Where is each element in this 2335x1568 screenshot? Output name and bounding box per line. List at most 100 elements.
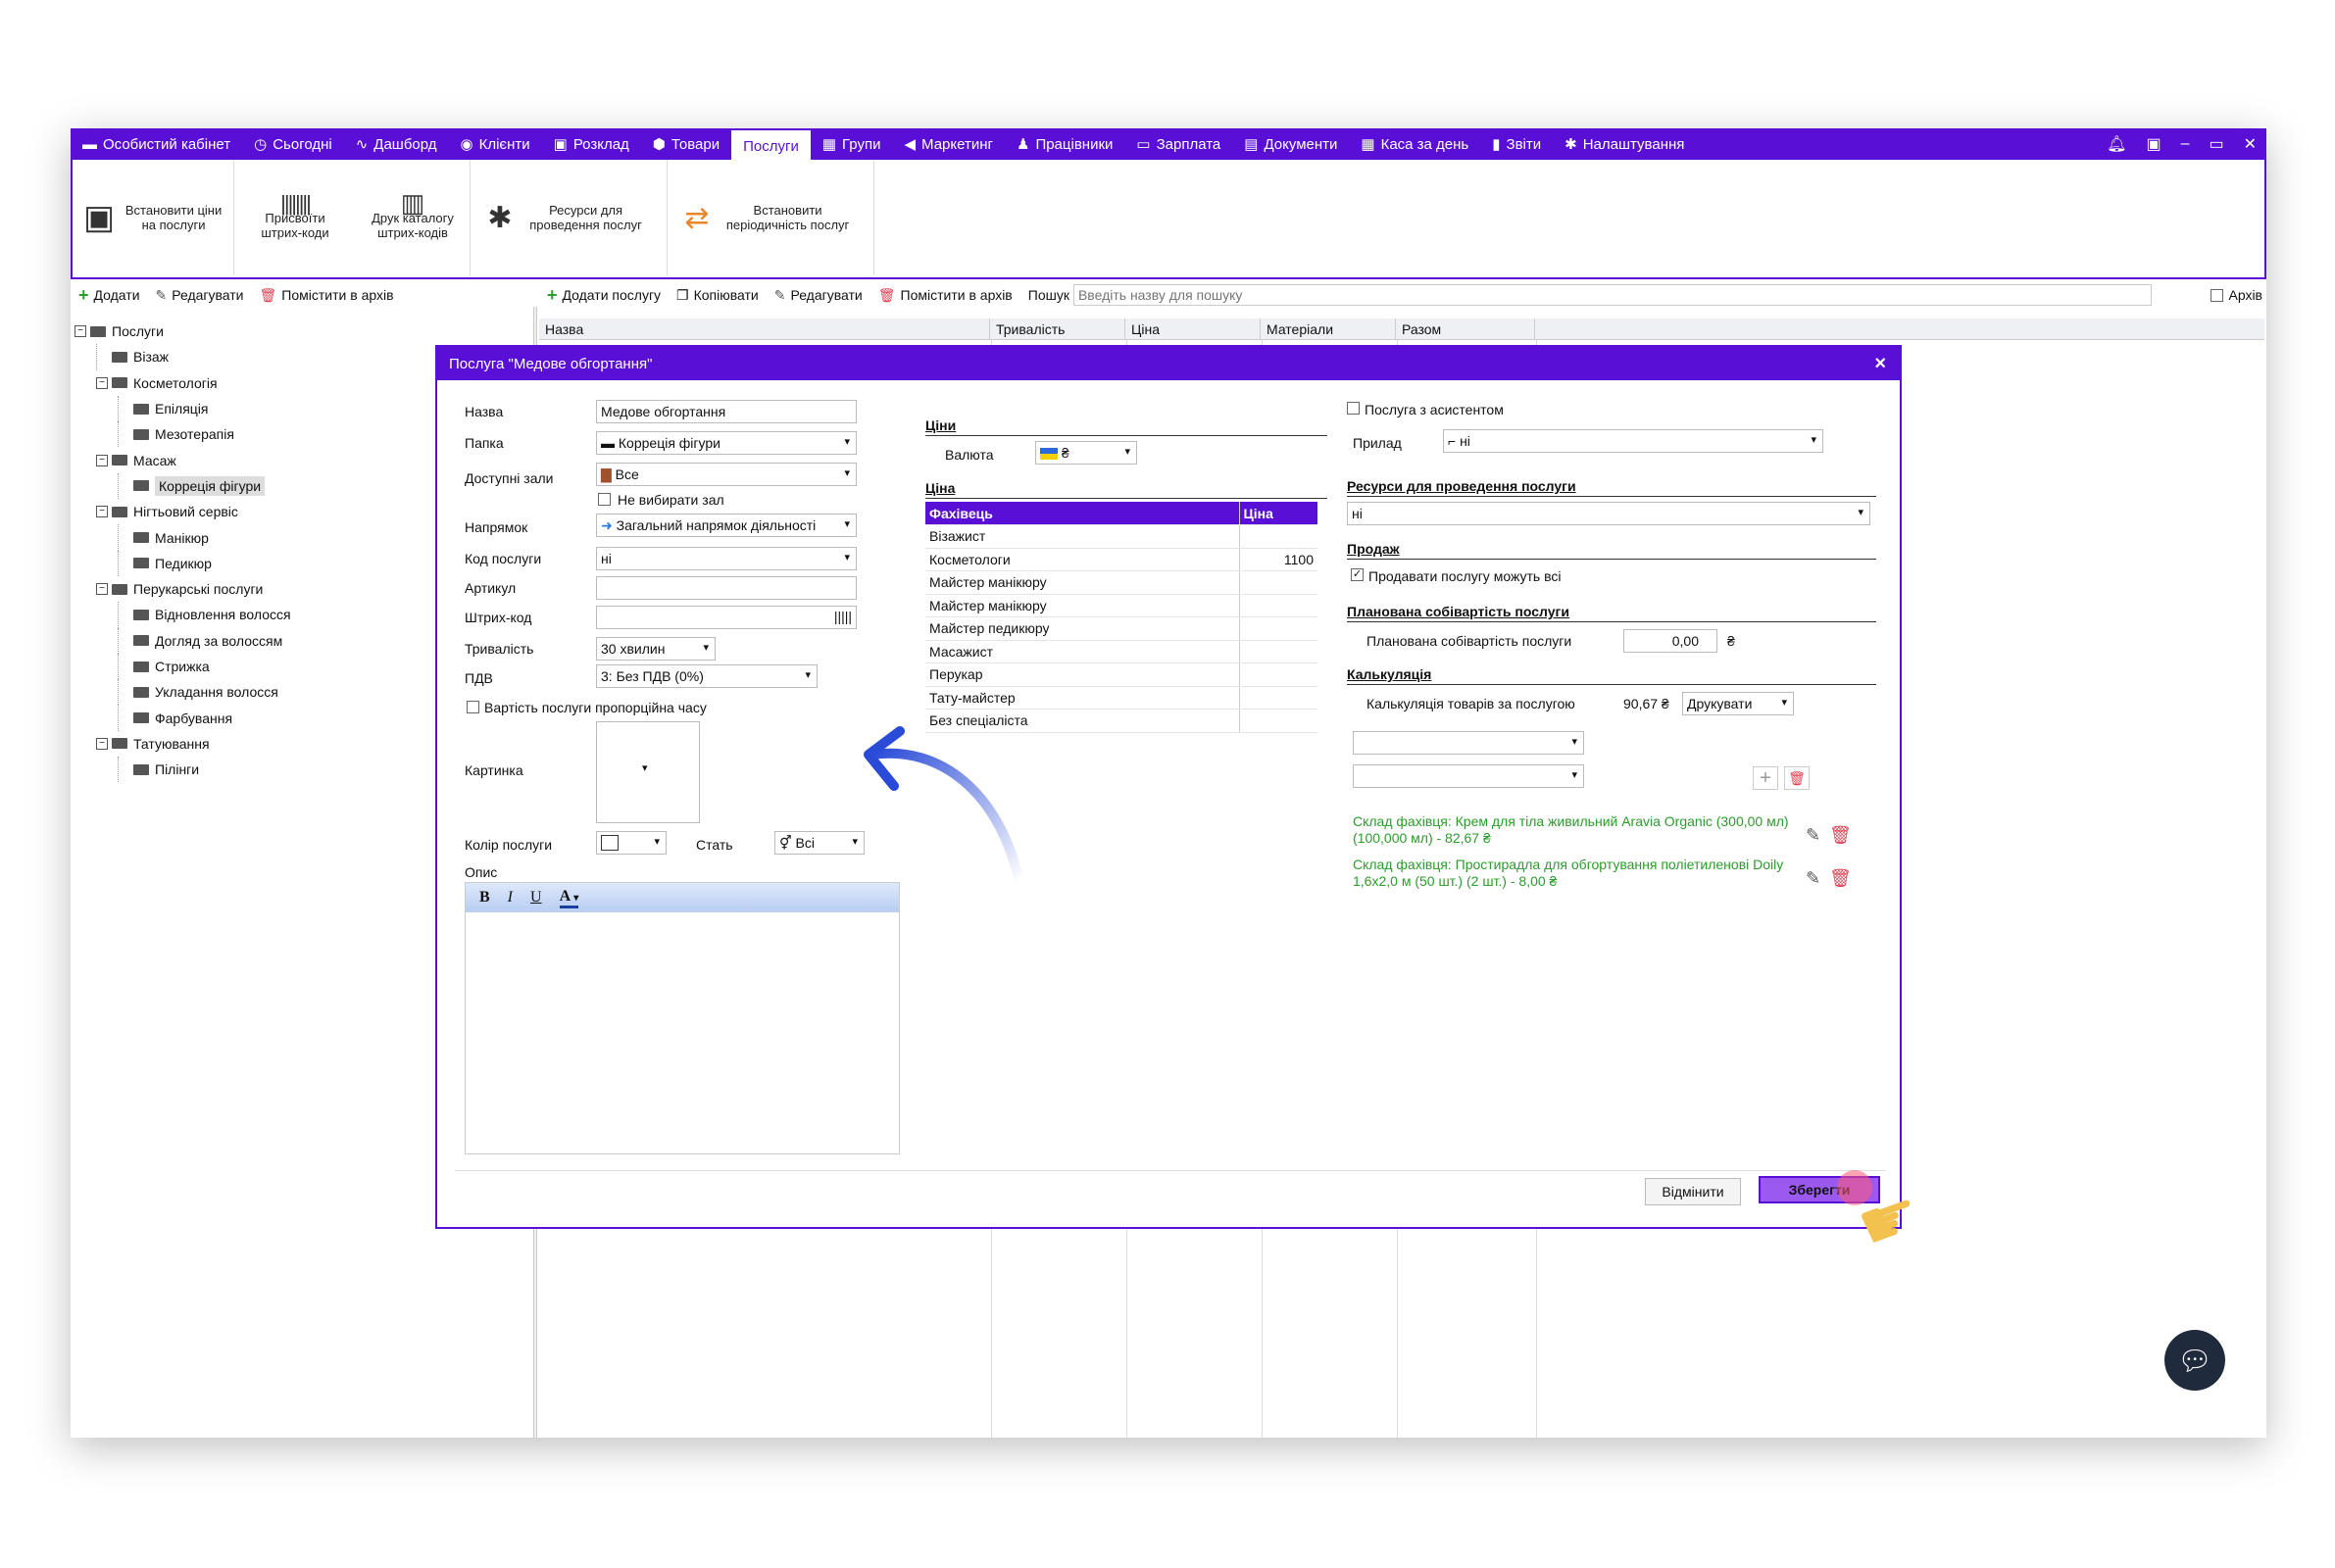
- menu-item[interactable]: ◉ Клієнти: [449, 128, 542, 160]
- resources-select[interactable]: ні: [1347, 502, 1870, 525]
- price-row[interactable]: Візажист: [925, 524, 1317, 549]
- bell-icon[interactable]: 🔔︎: [2107, 134, 2126, 154]
- vat-select[interactable]: 3: Без ПДВ (0%): [596, 664, 818, 688]
- no-hall-checkbox[interactable]: [598, 493, 611, 506]
- menu-item[interactable]: ⬢ Товари: [641, 128, 731, 160]
- trash-icon[interactable]: 🗑︎: [1829, 825, 1852, 846]
- price-row[interactable]: Майстер педикюру: [925, 616, 1317, 641]
- add-folder-button[interactable]: + Додати: [78, 285, 140, 306]
- edit-service-button[interactable]: ✎ Редагувати: [774, 287, 863, 304]
- archive-checkbox[interactable]: [2211, 288, 2224, 302]
- collapse-icon[interactable]: −: [96, 583, 108, 596]
- image-picker[interactable]: ▾: [596, 721, 700, 823]
- specialist-price[interactable]: [1238, 640, 1317, 663]
- print-catalog-button[interactable]: ▥ Друк каталогу штрих-кодів: [356, 190, 470, 240]
- archive-toggle[interactable]: Архів: [2211, 287, 2262, 303]
- menu-item[interactable]: ◀ Маркетинг: [893, 128, 1005, 160]
- device-select[interactable]: ⌐ ні: [1443, 429, 1823, 453]
- pencil-icon[interactable]: ✎: [1806, 825, 1820, 846]
- periodicity-button[interactable]: ⇄ Встановити періодичність послуг: [668, 203, 873, 232]
- grid-column-header[interactable]: Разом: [1396, 318, 1535, 339]
- menu-item[interactable]: ▣ Розклад: [542, 128, 641, 160]
- copy-button[interactable]: ❐ Копіювати: [676, 287, 759, 304]
- assign-barcodes-button[interactable]: |||||||| Присвоїти штрих-коди: [234, 192, 356, 240]
- specialist-price[interactable]: 1100: [1238, 548, 1317, 571]
- menu-item[interactable]: ∿ Дашборд: [344, 128, 449, 160]
- grid-column-header[interactable]: Тривалість: [990, 318, 1125, 339]
- proportional-checkbox[interactable]: [467, 701, 479, 713]
- assistant-checkbox[interactable]: [1347, 402, 1360, 415]
- edit-folder-button[interactable]: ✎ Редагувати: [156, 287, 244, 304]
- cost-stepper[interactable]: 0,00: [1623, 629, 1717, 653]
- article-field[interactable]: [596, 576, 857, 600]
- menu-item[interactable]: ▦ Групи: [811, 128, 893, 160]
- price-row[interactable]: Майстер манікюру: [925, 594, 1317, 617]
- italic-button[interactable]: I: [508, 889, 513, 906]
- add-service-button[interactable]: + Додати послугу: [547, 285, 661, 306]
- currency-select[interactable]: ₴: [1035, 441, 1137, 465]
- warehouse-select[interactable]: [1353, 731, 1584, 755]
- search-input[interactable]: [1072, 284, 2152, 306]
- bold-button[interactable]: B: [479, 889, 490, 906]
- trash-icon[interactable]: 🗑︎: [1829, 868, 1852, 889]
- pencil-icon[interactable]: ✎: [1806, 868, 1820, 889]
- menu-item[interactable]: ♟ Працівники: [1005, 128, 1124, 160]
- duration-select[interactable]: 30 хвилин: [596, 637, 716, 661]
- grid-column-header[interactable]: Матеріали: [1261, 318, 1396, 339]
- print-dropdown[interactable]: Друкувати: [1682, 692, 1794, 715]
- underline-button[interactable]: U: [530, 889, 542, 906]
- font-color-button[interactable]: A ▾: [559, 888, 579, 908]
- collapse-icon[interactable]: −: [96, 454, 108, 466]
- set-prices-button[interactable]: ▣ Встановити ціни на послуги: [73, 201, 233, 234]
- product-select[interactable]: [1353, 764, 1584, 788]
- archive-service-button[interactable]: 🗑︎ Помістити в архів: [878, 287, 1013, 304]
- collapse-icon[interactable]: −: [96, 737, 108, 750]
- cancel-button[interactable]: Відмінити: [1645, 1178, 1741, 1205]
- trash-icon[interactable]: 🗑︎: [1784, 766, 1810, 790]
- direction-select[interactable]: ➜ Загальний напрямок діяльності: [596, 514, 857, 537]
- menu-item[interactable]: ▬ Особистий кабінет: [71, 128, 242, 160]
- menu-item[interactable]: ▤ Документи: [1232, 128, 1349, 160]
- specialist-price[interactable]: [1238, 709, 1317, 733]
- menu-item[interactable]: Послуги: [731, 130, 811, 162]
- close-icon[interactable]: ×: [1874, 353, 1886, 375]
- restore-icon[interactable]: ▭: [2209, 134, 2223, 154]
- sell-all-checkbox[interactable]: ✓: [1351, 568, 1364, 581]
- barcode-field[interactable]: |||||: [596, 606, 857, 629]
- grid-column-header[interactable]: Назва: [539, 318, 990, 339]
- price-row[interactable]: Перукар: [925, 662, 1317, 687]
- folder-select[interactable]: ▬ Корреція фігури: [596, 431, 857, 455]
- price-row[interactable]: Майстер манікюру: [925, 570, 1317, 595]
- collapse-icon[interactable]: −: [75, 325, 86, 338]
- tree-node[interactable]: − Послуги: [75, 318, 535, 344]
- col-specialist[interactable]: Фахівець: [925, 502, 1239, 525]
- code-select[interactable]: ні: [596, 547, 857, 570]
- archive-folder-button[interactable]: 🗑︎ Помістити в архів: [260, 287, 394, 304]
- color-picker[interactable]: [596, 831, 667, 855]
- name-field[interactable]: Медове обгортання: [596, 400, 857, 423]
- price-row[interactable]: Косметологи 1100: [925, 548, 1317, 571]
- specialist-price[interactable]: [1238, 616, 1317, 641]
- menu-item[interactable]: ▦ Каса за день: [1349, 128, 1480, 160]
- specialist-price[interactable]: [1238, 662, 1317, 687]
- minimize-icon[interactable]: –: [2181, 135, 2190, 153]
- resources-button[interactable]: ✱ Ресурси для проведення послуг: [471, 203, 667, 232]
- price-row[interactable]: Масажист: [925, 640, 1317, 663]
- specialist-price[interactable]: [1238, 686, 1317, 710]
- description-editor[interactable]: B I U A ▾: [465, 882, 900, 1154]
- halls-select[interactable]: ▇ Все: [596, 463, 857, 486]
- menu-item[interactable]: ▭ Зарплата: [1124, 128, 1232, 160]
- close-icon[interactable]: ✕: [2244, 134, 2257, 154]
- add-icon[interactable]: +: [1753, 766, 1778, 790]
- chat-icon[interactable]: 💬︎: [2164, 1330, 2225, 1391]
- specialist-price[interactable]: [1238, 570, 1317, 595]
- specialist-price[interactable]: [1238, 594, 1317, 617]
- collapse-icon[interactable]: −: [96, 376, 108, 389]
- col-price[interactable]: Ціна: [1238, 502, 1317, 525]
- menu-item[interactable]: ▮ Звіти: [1480, 128, 1553, 160]
- lock-icon[interactable]: ▣: [2146, 134, 2161, 154]
- collapse-icon[interactable]: −: [96, 506, 108, 518]
- menu-item[interactable]: ✱ Налаштування: [1553, 128, 1696, 160]
- barcode-icon[interactable]: |||||: [834, 609, 852, 624]
- menu-item[interactable]: ◷ Сьогодні: [242, 128, 344, 160]
